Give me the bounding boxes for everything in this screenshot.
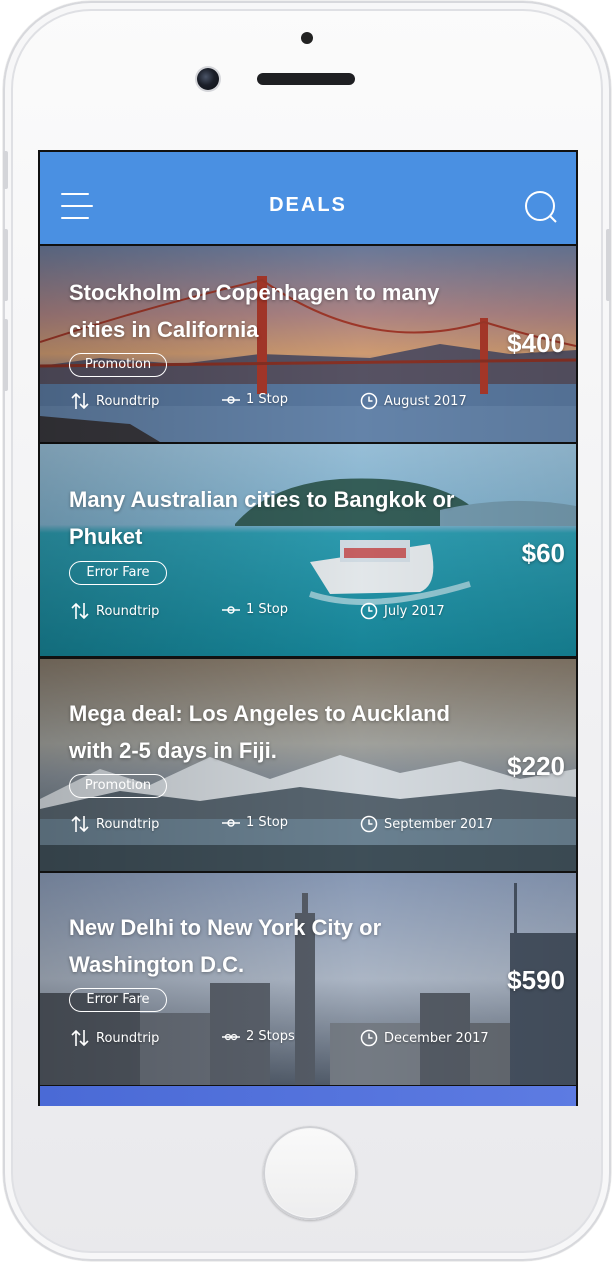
stops-info: 1 Stop	[222, 602, 288, 617]
two-stops-icon	[222, 1033, 240, 1040]
power-button	[606, 229, 611, 301]
stops-info: 2 Stops	[222, 1029, 295, 1044]
deal-price: $400	[507, 328, 565, 358]
next-deal-card-edge[interactable]	[40, 1086, 576, 1106]
stops-label: 1 Stop	[246, 815, 288, 830]
roundtrip-icon	[71, 392, 89, 410]
deal-card[interactable]: Mega deal: Los Angeles to Auckland with …	[40, 659, 576, 871]
deal-title: Many Australian cities to Bangkok or Phu…	[69, 487, 455, 549]
proximity-sensor	[301, 32, 313, 44]
home-button[interactable]	[263, 1126, 357, 1220]
roundtrip-icon	[71, 1029, 89, 1047]
stop-icon	[222, 395, 240, 404]
stops-info: 1 Stop	[222, 392, 288, 407]
stops-label: 2 Stops	[246, 1029, 295, 1044]
roundtrip-icon	[71, 602, 89, 620]
travel-date: July 2017	[360, 602, 445, 620]
trip-type-label: Roundtrip	[96, 603, 160, 619]
mute-switch	[3, 151, 8, 189]
stop-icon	[222, 818, 240, 827]
travel-date: August 2017	[360, 392, 467, 410]
stops-label: 1 Stop	[246, 602, 288, 617]
stops-info: 1 Stop	[222, 815, 288, 830]
date-label: July 2017	[384, 603, 445, 619]
deal-title: Stockholm or Copenhagen to many cities i…	[69, 280, 440, 342]
trip-type-label: Roundtrip	[96, 1030, 160, 1046]
front-camera	[197, 68, 219, 90]
deal-card[interactable]: Stockholm or Copenhagen to many cities i…	[40, 246, 576, 458]
trip-type: Roundtrip	[70, 602, 159, 620]
trip-type-label: Roundtrip	[96, 393, 160, 409]
deal-title: New Delhi to New York City or Washington…	[69, 915, 382, 977]
app-screen: DEALS Stockholm or Copenhagen to many ci…	[38, 150, 578, 1106]
date-label: December 2017	[384, 1030, 489, 1046]
travel-date: December 2017	[360, 1029, 489, 1047]
search-icon[interactable]	[524, 190, 558, 224]
deal-card[interactable]: New Delhi to New York City or Washington…	[40, 873, 576, 1085]
volume-up-button	[3, 229, 8, 301]
trip-type: Roundtrip	[70, 1029, 159, 1047]
date-label: September 2017	[384, 816, 494, 832]
deal-price: $60	[521, 538, 565, 568]
clock-icon	[360, 815, 378, 833]
deal-badge: Promotion	[69, 353, 167, 377]
trip-type-label: Roundtrip	[96, 816, 160, 832]
stops-label: 1 Stop	[246, 392, 288, 407]
roundtrip-icon	[71, 815, 89, 833]
deal-card[interactable]: Many Australian cities to Bangkok or Phu…	[40, 444, 576, 656]
clock-icon	[360, 1029, 378, 1047]
stop-icon	[222, 605, 240, 614]
trip-type: Roundtrip	[70, 392, 159, 410]
deal-title: Mega deal: Los Angeles to Auckland with …	[69, 701, 450, 763]
date-label: August 2017	[384, 393, 467, 409]
app-header: DEALS	[40, 152, 576, 244]
deal-badge: Promotion	[69, 774, 167, 798]
deal-price: $590	[507, 965, 565, 995]
deal-price: $220	[507, 751, 565, 781]
clock-icon	[360, 392, 378, 410]
volume-down-button	[3, 319, 8, 391]
page-title: DEALS	[269, 194, 347, 216]
clock-icon	[360, 602, 378, 620]
trip-type: Roundtrip	[70, 815, 159, 833]
earpiece-speaker	[257, 73, 355, 85]
deal-badge: Error Fare	[69, 988, 167, 1012]
deal-badge: Error Fare	[69, 561, 167, 585]
travel-date: September 2017	[360, 815, 493, 833]
